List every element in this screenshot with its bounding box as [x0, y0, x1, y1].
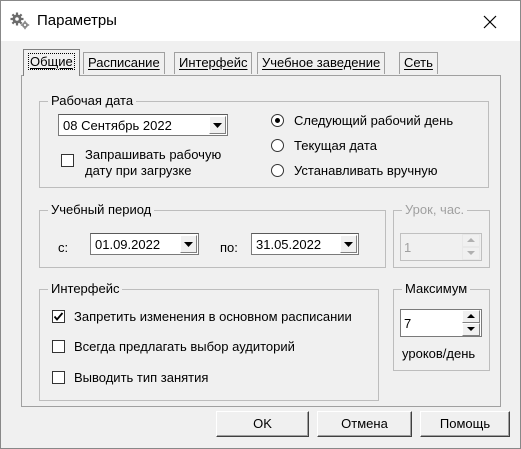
tab-general-label: Общие: [28, 53, 75, 70]
help-button[interactable]: Помощь: [420, 411, 510, 437]
maximum-up-button[interactable]: [462, 310, 480, 323]
forbid-changes-label: Запретить изменения в основном расписани…: [74, 309, 352, 324]
period-to-value: 31.05.2022: [256, 237, 322, 252]
tab-network-label: Сеть: [404, 55, 433, 70]
tab-institution[interactable]: Учебное заведение: [257, 52, 386, 74]
chevron-down-icon: [213, 123, 222, 128]
maximum-unit-label: уроков/день: [402, 346, 476, 361]
chevron-down-icon: [184, 242, 193, 247]
arrow-down-icon: [467, 327, 475, 331]
checkmark-icon: [53, 312, 64, 321]
tab-network[interactable]: Сеть: [399, 52, 438, 74]
radio-selected-dot: [275, 118, 280, 123]
radio-next-workday-label: Следующий рабочий день: [294, 113, 454, 128]
tab-interface-label: Интерфейс: [179, 55, 248, 70]
gears-icon: [10, 12, 30, 30]
study-period-group-title: Учебный период: [48, 202, 155, 217]
lesson-hours-spin[interactable]: 1: [400, 233, 482, 261]
show-lesson-type-label: Выводить тип занятия: [74, 370, 209, 385]
close-icon: [483, 15, 497, 29]
maximum-lessons-spin[interactable]: 7: [400, 309, 482, 337]
ask-date-label-line2: дату при загрузке: [85, 163, 192, 178]
tab-general[interactable]: Общие: [23, 49, 80, 76]
arrow-down-icon: [467, 251, 475, 255]
interface-group: Интерфейс Запретить изменения в основном…: [39, 281, 379, 401]
radio-set-manually-label: Устанавливать вручную: [294, 163, 438, 178]
period-from-value: 01.09.2022: [95, 237, 161, 252]
radio-current-date-label: Текущая дата: [294, 138, 377, 153]
tab-institution-label: Учебное заведение: [262, 55, 381, 70]
period-to-combo[interactable]: 31.05.2022: [251, 233, 359, 255]
work-date-group-title: Рабочая дата: [48, 93, 137, 108]
arrow-up-icon: [467, 238, 475, 242]
cancel-button[interactable]: Отмена: [317, 411, 412, 437]
arrow-up-icon: [467, 314, 475, 318]
work-date-combo[interactable]: 08 Сентябрь 2022: [58, 114, 228, 136]
chevron-down-icon: [344, 242, 353, 247]
window-title: Параметры: [37, 12, 117, 29]
lesson-hours-value: 1: [404, 240, 412, 255]
work-date-group: Рабочая дата 08 Сентябрь 2022 Запрашиват…: [39, 93, 489, 188]
ask-date-checkbox[interactable]: [61, 154, 74, 167]
ask-date-label-line1: Запрашивать рабочую: [85, 147, 222, 162]
forbid-changes-checkbox[interactable]: [52, 310, 65, 323]
tab-strip: Общие Расписание Интерфейс Учебное завед…: [1, 41, 520, 79]
tab-schedule[interactable]: Расписание: [83, 52, 165, 74]
offer-rooms-checkbox[interactable]: [52, 340, 65, 353]
period-from-dropdown-button[interactable]: [180, 235, 197, 253]
maximum-group: Максимум 7 уроков/день: [393, 281, 490, 371]
period-to-label: по:: [220, 240, 238, 255]
interface-group-title: Интерфейс: [48, 281, 123, 296]
period-from-label: с:: [58, 240, 69, 255]
work-date-dropdown-button[interactable]: [209, 116, 226, 134]
study-period-group: Учебный период с: 01.09.2022 по: 31.05.2…: [39, 202, 386, 268]
title-bar: Параметры: [1, 1, 520, 41]
maximum-down-button[interactable]: [462, 323, 480, 336]
radio-next-workday[interactable]: [271, 114, 284, 127]
lesson-hours-up-button[interactable]: [462, 234, 480, 247]
parameters-window: Параметры Общие Расписание Интерфейс Уче…: [0, 0, 521, 449]
lesson-hours-down-button[interactable]: [462, 247, 480, 260]
ok-button[interactable]: OK: [216, 411, 309, 437]
radio-current-date[interactable]: [271, 139, 284, 152]
maximum-lessons-value: 7: [404, 316, 412, 331]
lesson-hours-group-title: Урок, час.: [402, 202, 468, 217]
period-from-combo[interactable]: 01.09.2022: [90, 233, 199, 255]
period-to-dropdown-button[interactable]: [340, 235, 357, 253]
radio-set-manually[interactable]: [271, 164, 284, 177]
general-tab-panel: Рабочая дата 08 Сентябрь 2022 Запрашиват…: [21, 75, 501, 407]
maximum-group-title: Максимум: [402, 281, 471, 296]
show-lesson-type-checkbox[interactable]: [52, 371, 65, 384]
work-date-value: 08 Сентябрь 2022: [63, 118, 172, 133]
offer-rooms-label: Всегда предлагать выбор аудиторий: [74, 339, 295, 354]
close-button[interactable]: [475, 8, 505, 36]
lesson-hours-group: Урок, час. 1: [393, 202, 490, 268]
tab-interface[interactable]: Интерфейс: [174, 52, 253, 74]
tab-schedule-label: Расписание: [88, 55, 160, 70]
